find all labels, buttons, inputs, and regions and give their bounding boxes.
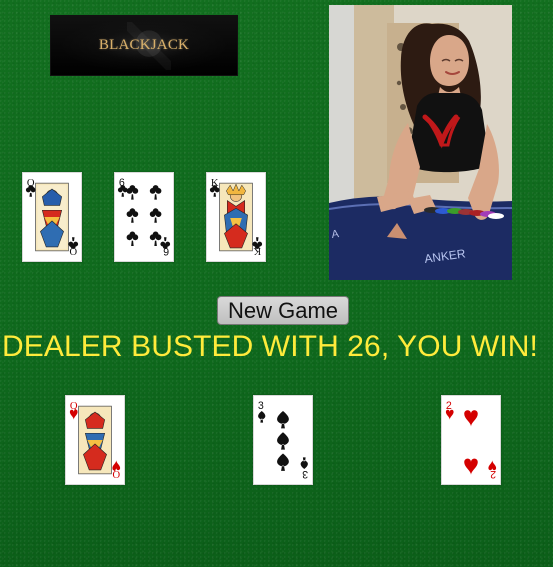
blackjack-logo: BLACKJACK bbox=[50, 15, 238, 76]
svg-text:3: 3 bbox=[302, 468, 308, 480]
dealer-card-3: K K bbox=[206, 172, 266, 262]
dealer-photo: ANKER A bbox=[329, 5, 512, 280]
new-game-button[interactable]: New Game bbox=[217, 296, 349, 325]
dealer-card-2: 6 6 bbox=[114, 172, 174, 262]
logo-text: BLACKJACK bbox=[98, 37, 190, 53]
player-card-2: 3 3 bbox=[253, 395, 313, 485]
dealer-card-1: Q Q bbox=[22, 172, 82, 262]
player-card-1: Q Q bbox=[65, 395, 125, 485]
result-message: DEALER BUSTED WITH 26, YOU WIN! bbox=[2, 330, 538, 363]
svg-text:3: 3 bbox=[258, 400, 264, 412]
player-card-3: 2 2 bbox=[441, 395, 501, 485]
